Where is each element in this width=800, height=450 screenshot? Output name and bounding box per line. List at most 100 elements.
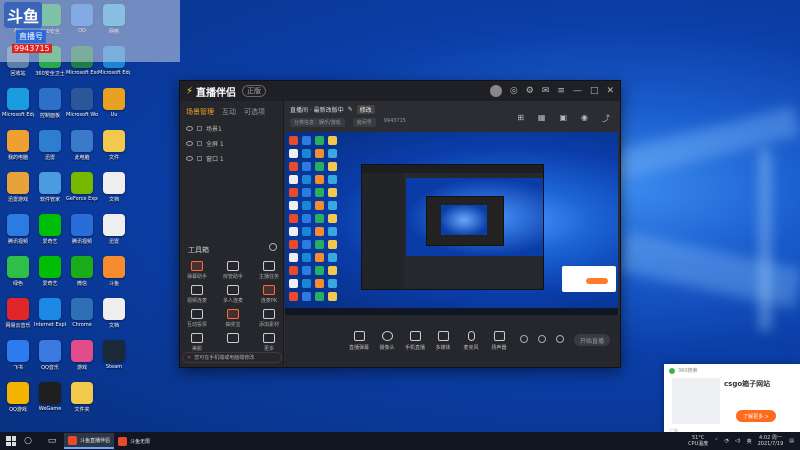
desktop-icon[interactable]: 文档	[98, 298, 130, 329]
toolbox-item[interactable]: 美颜	[182, 333, 212, 352]
tab-options[interactable]: 可选项	[244, 107, 265, 117]
desktop-icon[interactable]: 迅雷	[98, 214, 130, 245]
desktop-icon[interactable]: Chrome	[66, 298, 98, 328]
speaker-button[interactable]: 扬声器	[485, 331, 513, 351]
lock-icon[interactable]	[197, 156, 202, 161]
volume-icon[interactable]: ◁)	[735, 438, 741, 444]
task-view-icon[interactable]: ▭	[40, 432, 64, 450]
edit-tag[interactable]: 修改	[356, 105, 375, 114]
camera-button[interactable]: 摄像头	[373, 331, 401, 351]
close-icon[interactable]: ✕	[187, 355, 191, 361]
toolbox-item[interactable]: 连麦PK	[254, 285, 284, 304]
tab-interact[interactable]: 互动	[222, 107, 236, 117]
windows-start-icon[interactable]	[6, 436, 16, 446]
avatar[interactable]	[489, 85, 502, 97]
version-badge[interactable]: 正版	[242, 85, 267, 97]
desktop-icon[interactable]: 控制面板	[34, 88, 66, 119]
desktop-icon[interactable]: WeGame	[34, 382, 66, 412]
eye-icon[interactable]	[186, 126, 193, 131]
skin-icon[interactable]: ⚙	[526, 86, 534, 96]
desktop-icon[interactable]: 爱奇艺	[34, 256, 66, 287]
stream-danmu-button[interactable]: 直播弹幕	[345, 331, 373, 351]
ad-cta-button[interactable]: 了解更多 >	[736, 410, 776, 422]
share-icon[interactable]: ⤴	[602, 113, 610, 124]
toolbox-item[interactable]: 主播任务	[254, 261, 284, 280]
desktop-icon[interactable]: Uu	[98, 88, 130, 118]
clock[interactable]: 4:02 周一 2021/7/19	[758, 435, 784, 447]
layout-icon[interactable]: ⊞	[517, 113, 524, 124]
toolbox-item[interactable]: 多人连麦	[218, 285, 248, 304]
toolbox-item[interactable]: 房管助手	[218, 261, 248, 280]
desktop-icon[interactable]: Steam	[98, 340, 130, 370]
notification-icon[interactable]: ◎	[510, 86, 518, 96]
taskbar-app-live-companion[interactable]: 斗鱼直播伴侣	[64, 433, 115, 449]
desktop-icon[interactable]: 飞书	[2, 340, 34, 371]
desktop-icon[interactable]: QQ游戏	[2, 382, 34, 413]
edit-icon[interactable]: ✎	[348, 106, 353, 113]
desktop-icon[interactable]: 斗鱼	[98, 256, 130, 287]
desktop-icon[interactable]: 迅雷游戏	[2, 172, 34, 203]
scene-item[interactable]: 窗口 1	[180, 151, 283, 166]
toolbox-item[interactable]: 视频连麦	[182, 285, 212, 304]
toolbox-item[interactable]: 抽奖宝	[218, 309, 248, 328]
scene-item[interactable]: 场景1	[180, 121, 283, 136]
screenshot-icon[interactable]: ▣	[559, 113, 567, 124]
mail-icon[interactable]: ✉	[542, 86, 550, 96]
desktop-icon[interactable]: 游戏	[66, 340, 98, 371]
network-icon[interactable]: ◔	[724, 438, 728, 444]
desktop-icon[interactable]: 文档	[98, 172, 130, 203]
ad-title[interactable]: csgo箱子网站	[724, 379, 770, 389]
ime-icon[interactable]: 英	[747, 438, 752, 445]
desktop-icon[interactable]: Microsoft Edge	[2, 88, 34, 118]
desktop-icon[interactable]: 此电脑	[66, 130, 98, 161]
category-info[interactable]: 分类信息：娱乐/游戏	[290, 118, 345, 127]
record-icon[interactable]: ◉	[581, 113, 588, 124]
toolbox-item[interactable]	[218, 333, 248, 345]
tab-scenes[interactable]: 场景管理	[186, 107, 214, 117]
search-icon[interactable]: ○	[16, 432, 40, 450]
desktop-icon[interactable]: 我的电脑	[2, 130, 34, 161]
eye-icon[interactable]	[186, 156, 193, 161]
ad-image[interactable]	[672, 378, 720, 424]
eye-icon[interactable]	[186, 141, 193, 146]
toolbox-item[interactable]: 添加素材	[254, 309, 284, 328]
maximize-icon[interactable]: □	[590, 86, 599, 96]
eye-icon[interactable]	[538, 335, 546, 343]
close-icon[interactable]: ✕	[606, 86, 614, 96]
cpu-temp-widget[interactable]: 51°C CPU温度	[688, 435, 708, 447]
desktop-icon[interactable]: Internet Explorer	[34, 298, 66, 328]
notification-center-icon[interactable]: ▤	[789, 438, 794, 444]
desktop-icon[interactable]: 爱奇艺	[34, 214, 66, 245]
desktop-icon[interactable]: 文件夹	[66, 382, 98, 413]
stream-preview[interactable]	[285, 132, 618, 316]
gear-icon[interactable]	[556, 335, 564, 343]
desktop-icon[interactable]: 微信	[66, 256, 98, 287]
toolbox-item[interactable]: 弹幕助手	[182, 261, 212, 280]
record-icon[interactable]	[520, 335, 528, 343]
desktop-icon[interactable]: 网易云音乐	[2, 298, 34, 329]
menu-icon[interactable]: ≡	[557, 86, 565, 96]
media-button[interactable]: 多媒体	[429, 331, 457, 351]
chevron-up-icon[interactable]: ⌃	[714, 438, 718, 444]
desktop-icon[interactable]: 软件管家	[34, 172, 66, 203]
desktop-icon[interactable]: 绿色	[2, 256, 34, 287]
lock-icon[interactable]	[197, 141, 202, 146]
minimize-icon[interactable]: —	[573, 86, 582, 96]
desktop-icon[interactable]: 腾讯视频	[66, 214, 98, 245]
desktop-icon[interactable]: GeForce Experience	[66, 172, 98, 202]
desktop-icon[interactable]: 文件	[98, 130, 130, 161]
scene-item[interactable]: 全屏 1	[180, 136, 283, 151]
desktop-icon[interactable]: QQ音乐	[34, 340, 66, 371]
desktop-icon[interactable]: 腾讯视频	[2, 214, 34, 245]
phone-live-button[interactable]: 手机直播	[401, 331, 429, 351]
lock-icon[interactable]	[197, 126, 202, 131]
grid-icon[interactable]: ▦	[538, 113, 546, 124]
desktop-icon[interactable]: Microsoft Word	[66, 88, 98, 118]
settings-icon[interactable]	[269, 243, 277, 251]
desktop-icon[interactable]: 迅雷	[34, 130, 66, 161]
start-live-button[interactable]: 开始直播	[574, 334, 610, 346]
toolbox-item[interactable]: 互动投票	[182, 309, 212, 328]
toolbox-item[interactable]: 更多	[254, 333, 284, 352]
title-bar[interactable]: ⚡ 直播伴侣 正版 ◎ ⚙ ✉ ≡ — □ ✕	[180, 81, 620, 101]
microphone-button[interactable]: 麦克风	[457, 331, 485, 351]
